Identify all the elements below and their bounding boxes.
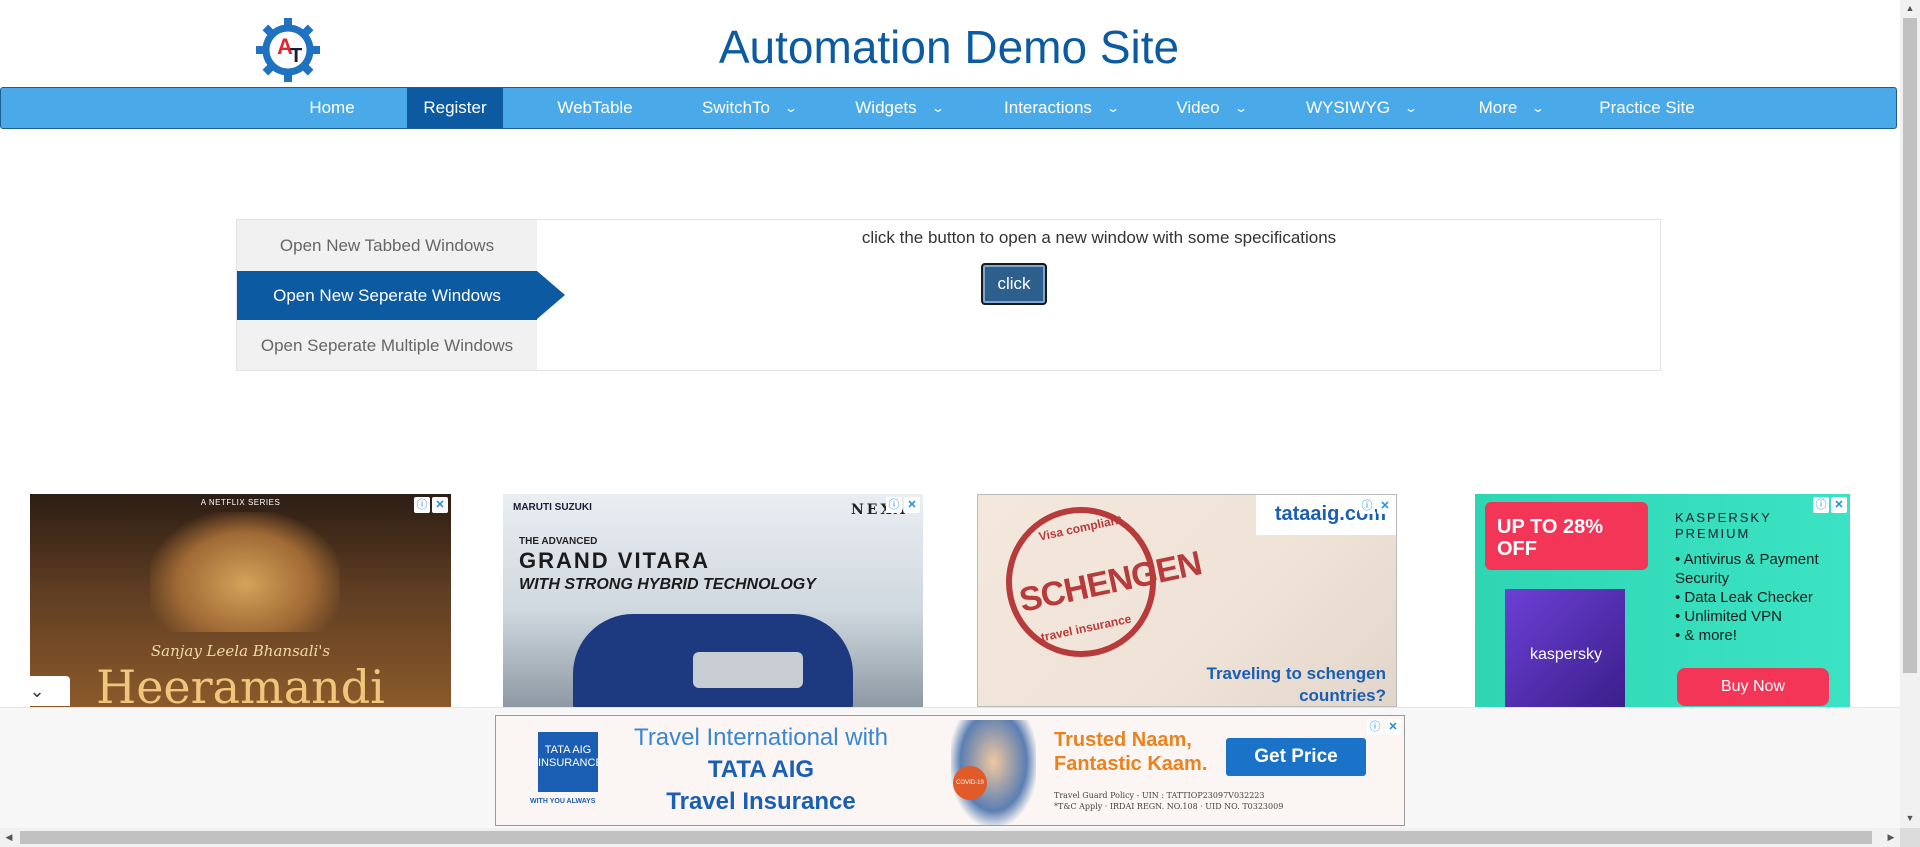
ad-product-title: KASPERSKY PREMIUM <box>1675 510 1772 541</box>
ad-netflix-badge: A NETFLIX SERIES <box>200 498 281 507</box>
windows-tab-panel: Open New Tabbed Windows Open New Seperat… <box>236 219 1661 371</box>
info-icon[interactable]: ⓘ <box>1359 498 1375 514</box>
nav-switchto-label: SwitchTo <box>701 98 770 117</box>
chevron-down-icon: ⌄ <box>1233 101 1248 115</box>
scroll-left-icon[interactable]: ◀ <box>0 828 18 847</box>
ad-tagline: WITH STRONG HYBRID TECHNOLOGY <box>519 576 816 593</box>
ad-feature: Data Leak Checker <box>1675 588 1850 607</box>
ad-model: GRAND VITARA <box>519 548 711 573</box>
ad-headline-3: Travel Insurance <box>666 788 856 815</box>
ad-feature: Antivirus & Payment Security <box>1675 550 1850 588</box>
nav-practice-site[interactable]: Practice Site <box>1589 88 1705 128</box>
chevron-down-icon: ⌄ <box>930 101 945 115</box>
ad-controls: ⓘ ✕ <box>1367 719 1401 735</box>
ad-title: Heeramandi <box>96 660 385 707</box>
nav-video-label: Video <box>1176 98 1220 117</box>
ad-feature-list: Antivirus & Payment Security Data Leak C… <box>1675 550 1850 645</box>
ad-car-grille <box>693 652 803 688</box>
nav-webtable[interactable]: WebTable <box>541 88 649 128</box>
ad-get-price-button[interactable]: Get Price <box>1226 738 1366 776</box>
nav-interactions[interactable]: Interactions ⌄ <box>991 88 1131 128</box>
chevron-down-icon: ⌄ <box>1403 101 1419 115</box>
nav-register[interactable]: Register <box>407 88 503 128</box>
ad-controls: ⓘ ✕ <box>414 497 448 513</box>
nav-more[interactable]: More ⌄ <box>1463 88 1559 128</box>
ad-brand: MARUTI SUZUKI <box>513 502 592 513</box>
nav-home-label: Home <box>309 98 355 117</box>
nav-video[interactable]: Video ⌄ <box>1161 88 1261 128</box>
ad-box-label: kaspersky <box>1530 646 1603 663</box>
horizontal-scrollbar[interactable]: ◀ ▶ <box>0 828 1900 847</box>
tab-open-new-tabbed-windows[interactable]: Open New Tabbed Windows <box>237 221 537 270</box>
ad-tagline: Traveling to schengen countries? <box>1206 664 1387 705</box>
ad-tata-sub: WITH YOU ALWAYS <box>530 798 596 805</box>
ad-fineprint: Travel Guard Policy - UIN : TATTIOP23097… <box>1054 790 1283 812</box>
ad-tataaig-schengen[interactable]: Visa compliant SCHENGEN travel insurance… <box>977 494 1397 707</box>
nav-home[interactable]: Home <box>291 88 373 128</box>
ad-controls: ⓘ ✕ <box>1359 498 1393 514</box>
ad-image <box>150 512 340 632</box>
ad-feature: & more! <box>1675 626 1850 645</box>
ad-fineprint-2: *T&C Apply · IRDAI REGN. NO.108 · UID NO… <box>1054 802 1284 811</box>
main-navbar: Home Register WebTable SwitchTo ⌄ Widgets… <box>0 87 1897 129</box>
ad-byline: Sanjay Leela Bhansali's <box>150 642 331 660</box>
chevron-down-icon: ⌄ <box>1105 101 1120 115</box>
chevron-down-icon: ⌄ <box>1531 101 1546 115</box>
open-window-button[interactable]: click <box>981 263 1047 305</box>
ad-tata-logo: TATA AIG INSURANCE <box>538 732 603 792</box>
nav-widgets-label: Widgets <box>855 98 917 117</box>
scrollbar-corner <box>1900 828 1920 847</box>
chevron-down-icon: ⌄ <box>783 101 799 115</box>
ad-covid-badge: COVID-19 <box>953 766 987 800</box>
nav-webtable-label: WebTable <box>557 98 633 117</box>
nav-switchto[interactable]: SwitchTo ⌄ <box>689 88 809 128</box>
scroll-right-icon[interactable]: ▶ <box>1882 828 1900 847</box>
nav-widgets[interactable]: Widgets ⌄ <box>841 88 957 128</box>
ad-buy-button[interactable]: Buy Now <box>1677 668 1829 706</box>
nav-more-label: More <box>1478 98 1518 117</box>
tab-open-seperate-multiple-windows[interactable]: Open Seperate Multiple Windows <box>237 321 537 370</box>
ad-slogan-2: Fantastic Kaam. <box>1054 753 1208 775</box>
ad-headline-1: Travel International with <box>634 724 888 751</box>
nav-interactions-label: Interactions <box>1004 98 1092 117</box>
ad-grand-vitara[interactable]: MARUTI SUZUKI NEXA THE ADVANCED GRAND VI… <box>503 494 923 707</box>
scroll-down-icon[interactable]: ▼ <box>1900 810 1920 826</box>
site-title: Automation Demo Site <box>718 21 1180 73</box>
info-icon[interactable]: ⓘ <box>886 497 902 513</box>
ad-fineprint-1: Travel Guard Policy - UIN : TATTIOP23097… <box>1054 791 1265 800</box>
ad-headline: Travel International with TATA AIG Trave… <box>616 722 906 818</box>
collapse-ad-button[interactable]: ⌄ <box>4 676 70 706</box>
close-icon[interactable]: ✕ <box>1377 498 1393 514</box>
close-icon[interactable]: ✕ <box>1831 497 1847 513</box>
vertical-scroll-thumb[interactable] <box>1903 18 1917 673</box>
ad-tata-aig-travel[interactable]: TATA AIG INSURANCE WITH YOU ALWAYS Trave… <box>495 715 1405 826</box>
ad-feature: Unlimited VPN <box>1675 607 1850 626</box>
vertical-scrollbar[interactable]: ▲ ▼ <box>1900 0 1920 828</box>
close-icon[interactable]: ✕ <box>1385 719 1401 735</box>
window-type-tabs: Open New Tabbed Windows Open New Seperat… <box>237 220 565 370</box>
ad-kicker: THE ADVANCED <box>519 536 598 547</box>
nav-wysiwyg-label: WYSIWYG <box>1305 98 1390 117</box>
scroll-up-icon[interactable]: ▲ <box>1900 0 1920 16</box>
ad-controls: ⓘ ✕ <box>1813 497 1847 513</box>
ad-slogan-1: Trusted Naam, <box>1054 729 1192 751</box>
ad-slogan: Trusted Naam, Fantastic Kaam. <box>1054 728 1207 776</box>
instruction-text: click the button to open a new window wi… <box>861 228 1337 247</box>
ad-offer: UP TO 28% OFF <box>1485 502 1648 570</box>
info-icon[interactable]: ⓘ <box>414 497 430 513</box>
nav-register-label: Register <box>423 98 487 117</box>
nav-practice-site-label: Practice Site <box>1599 98 1695 117</box>
horizontal-scroll-thumb[interactable] <box>20 831 1872 844</box>
tab-open-new-seperate-windows[interactable]: Open New Seperate Windows <box>237 271 565 320</box>
ad-headline-2: TATA AIG <box>707 756 815 783</box>
close-icon[interactable]: ✕ <box>432 497 448 513</box>
ad-kaspersky[interactable]: UP TO 28% OFF KASPERSKY PREMIUM Antiviru… <box>1475 494 1850 707</box>
ad-heeramandi[interactable]: A NETFLIX SERIES Sanjay Leela Bhansali's… <box>30 494 451 707</box>
ad-controls: ⓘ ✕ <box>886 497 920 513</box>
close-icon[interactable]: ✕ <box>904 497 920 513</box>
info-icon[interactable]: ⓘ <box>1813 497 1829 513</box>
info-icon[interactable]: ⓘ <box>1367 719 1383 735</box>
nav-wysiwyg[interactable]: WYSIWYG ⌄ <box>1291 88 1431 128</box>
